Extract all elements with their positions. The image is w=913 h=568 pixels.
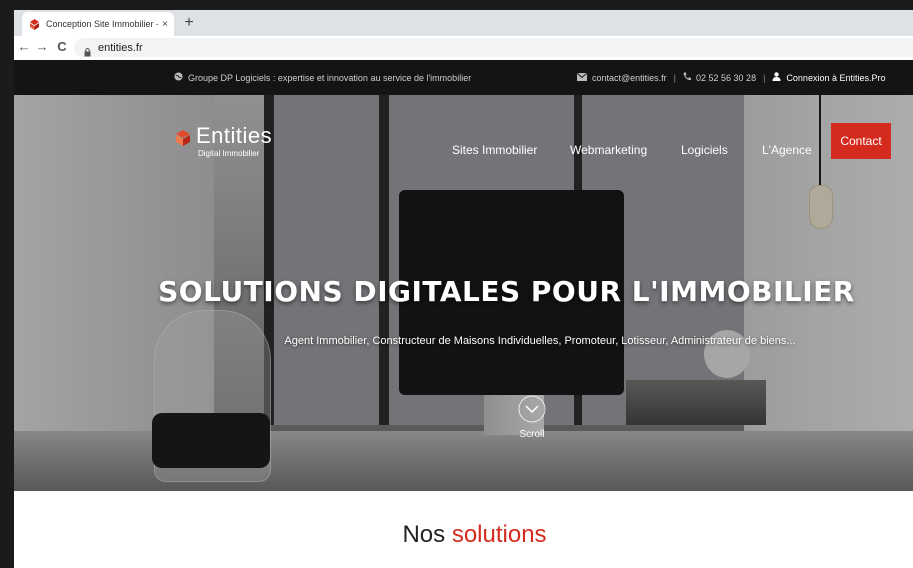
- hero-title: SOLUTIONS DIGITALES POUR L'IMMOBILIER: [158, 275, 855, 308]
- screen-frame: [0, 0, 14, 568]
- user-icon: [772, 72, 781, 83]
- envelope-icon: [576, 72, 588, 83]
- back-button[interactable]: ←: [16, 39, 32, 55]
- login-link[interactable]: Connexion à Entities.Pro: [786, 73, 885, 83]
- tab-title: Conception Site Immobilier - Log: [46, 19, 158, 29]
- scroll-button[interactable]: Scroll: [512, 395, 552, 455]
- phone-icon: [683, 72, 692, 83]
- tab-close-icon[interactable]: ×: [162, 19, 168, 30]
- favicon-icon: [28, 18, 41, 31]
- chevron-down-icon: [518, 395, 546, 423]
- scroll-label: Scroll: [519, 429, 545, 440]
- browser-window: Conception Site Immobilier - Log × + ← →…: [14, 10, 913, 568]
- hero-subtitle: Agent Immobilier, Constructeur de Maison…: [284, 335, 796, 347]
- contact-links: contact@entities.fr | 02 52 56 30 28 | C…: [576, 60, 885, 95]
- separator: |: [763, 72, 766, 83]
- solutions-heading-accent: solutions: [451, 521, 547, 548]
- hero-section: Entities Digital Immobilier Sites Immobi…: [14, 95, 913, 491]
- email-link[interactable]: contact@entities.fr: [592, 73, 667, 83]
- solutions-heading: Nos solutions: [36, 521, 913, 549]
- tagline-text: Groupe DP Logiciels : expertise et innov…: [188, 72, 472, 83]
- address-bar: ← → C entities.fr: [14, 36, 913, 61]
- tagline-group: Groupe DP Logiciels : expertise et innov…: [174, 60, 471, 95]
- phone-link[interactable]: 02 52 56 30 28: [696, 73, 756, 83]
- lock-icon: [84, 44, 91, 56]
- contact-button[interactable]: Contact: [831, 123, 891, 159]
- nav-item-agence[interactable]: L'Agence: [762, 143, 812, 157]
- forward-button[interactable]: →: [34, 39, 50, 55]
- solutions-section: Nos solutions: [14, 491, 913, 568]
- new-tab-button[interactable]: +: [178, 12, 200, 34]
- top-info-bar: Groupe DP Logiciels : expertise et innov…: [14, 60, 913, 95]
- nav-item-logiciels[interactable]: Logiciels: [681, 143, 728, 157]
- browser-tab[interactable]: Conception Site Immobilier - Log ×: [22, 12, 174, 36]
- main-nav: Sites Immobilier Webmarketing Logiciels …: [14, 125, 913, 165]
- reload-button[interactable]: C: [54, 39, 70, 55]
- url-text: entities.fr: [98, 41, 143, 54]
- globe-icon: [174, 72, 183, 83]
- url-input[interactable]: entities.fr: [74, 38, 913, 57]
- tab-strip: Conception Site Immobilier - Log × +: [14, 10, 913, 36]
- nav-item-webmarketing[interactable]: Webmarketing: [570, 143, 647, 157]
- solutions-heading-part1: Nos: [402, 521, 446, 548]
- nav-item-sites-immobilier[interactable]: Sites Immobilier: [452, 143, 537, 157]
- separator: |: [673, 72, 677, 83]
